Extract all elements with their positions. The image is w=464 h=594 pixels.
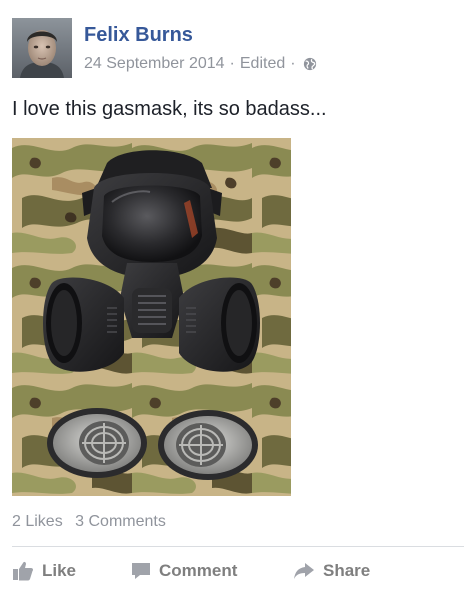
- likes-count[interactable]: 2 Likes: [12, 513, 63, 530]
- post-text: I love this gasmask, its so badass...: [12, 98, 327, 120]
- thumbs-up-icon: [13, 561, 33, 581]
- facebook-post: Felix Burns 24 September 2014 · Edited ·…: [0, 0, 464, 594]
- meta-separator: ·: [290, 55, 296, 72]
- like-button[interactable]: Like: [12, 558, 76, 584]
- like-label: Like: [42, 561, 77, 580]
- post-stats: 2 Likes 3 Comments: [12, 512, 166, 532]
- author-name[interactable]: Felix Burns: [84, 23, 193, 47]
- avatar-image: [12, 18, 72, 78]
- comment-label: Comment: [159, 561, 238, 580]
- avatar[interactable]: [12, 18, 72, 78]
- post-meta: 24 September 2014 · Edited ·: [84, 54, 317, 74]
- comment-icon: [132, 563, 150, 579]
- edited-label[interactable]: Edited: [240, 54, 285, 74]
- comment-button[interactable]: Comment: [131, 558, 237, 584]
- share-label: Share: [323, 561, 371, 580]
- share-arrow-icon: [294, 563, 314, 579]
- post-photo[interactable]: [12, 138, 291, 496]
- share-button[interactable]: Share: [293, 558, 370, 584]
- globe-icon[interactable]: [303, 57, 317, 71]
- gas-mask-photo: [12, 138, 291, 496]
- post-actions: Like Comment Share: [0, 558, 464, 584]
- divider: [12, 546, 464, 547]
- meta-separator: ·: [229, 55, 235, 72]
- post-date[interactable]: 24 September 2014: [84, 54, 225, 74]
- comments-count[interactable]: 3 Comments: [75, 513, 166, 530]
